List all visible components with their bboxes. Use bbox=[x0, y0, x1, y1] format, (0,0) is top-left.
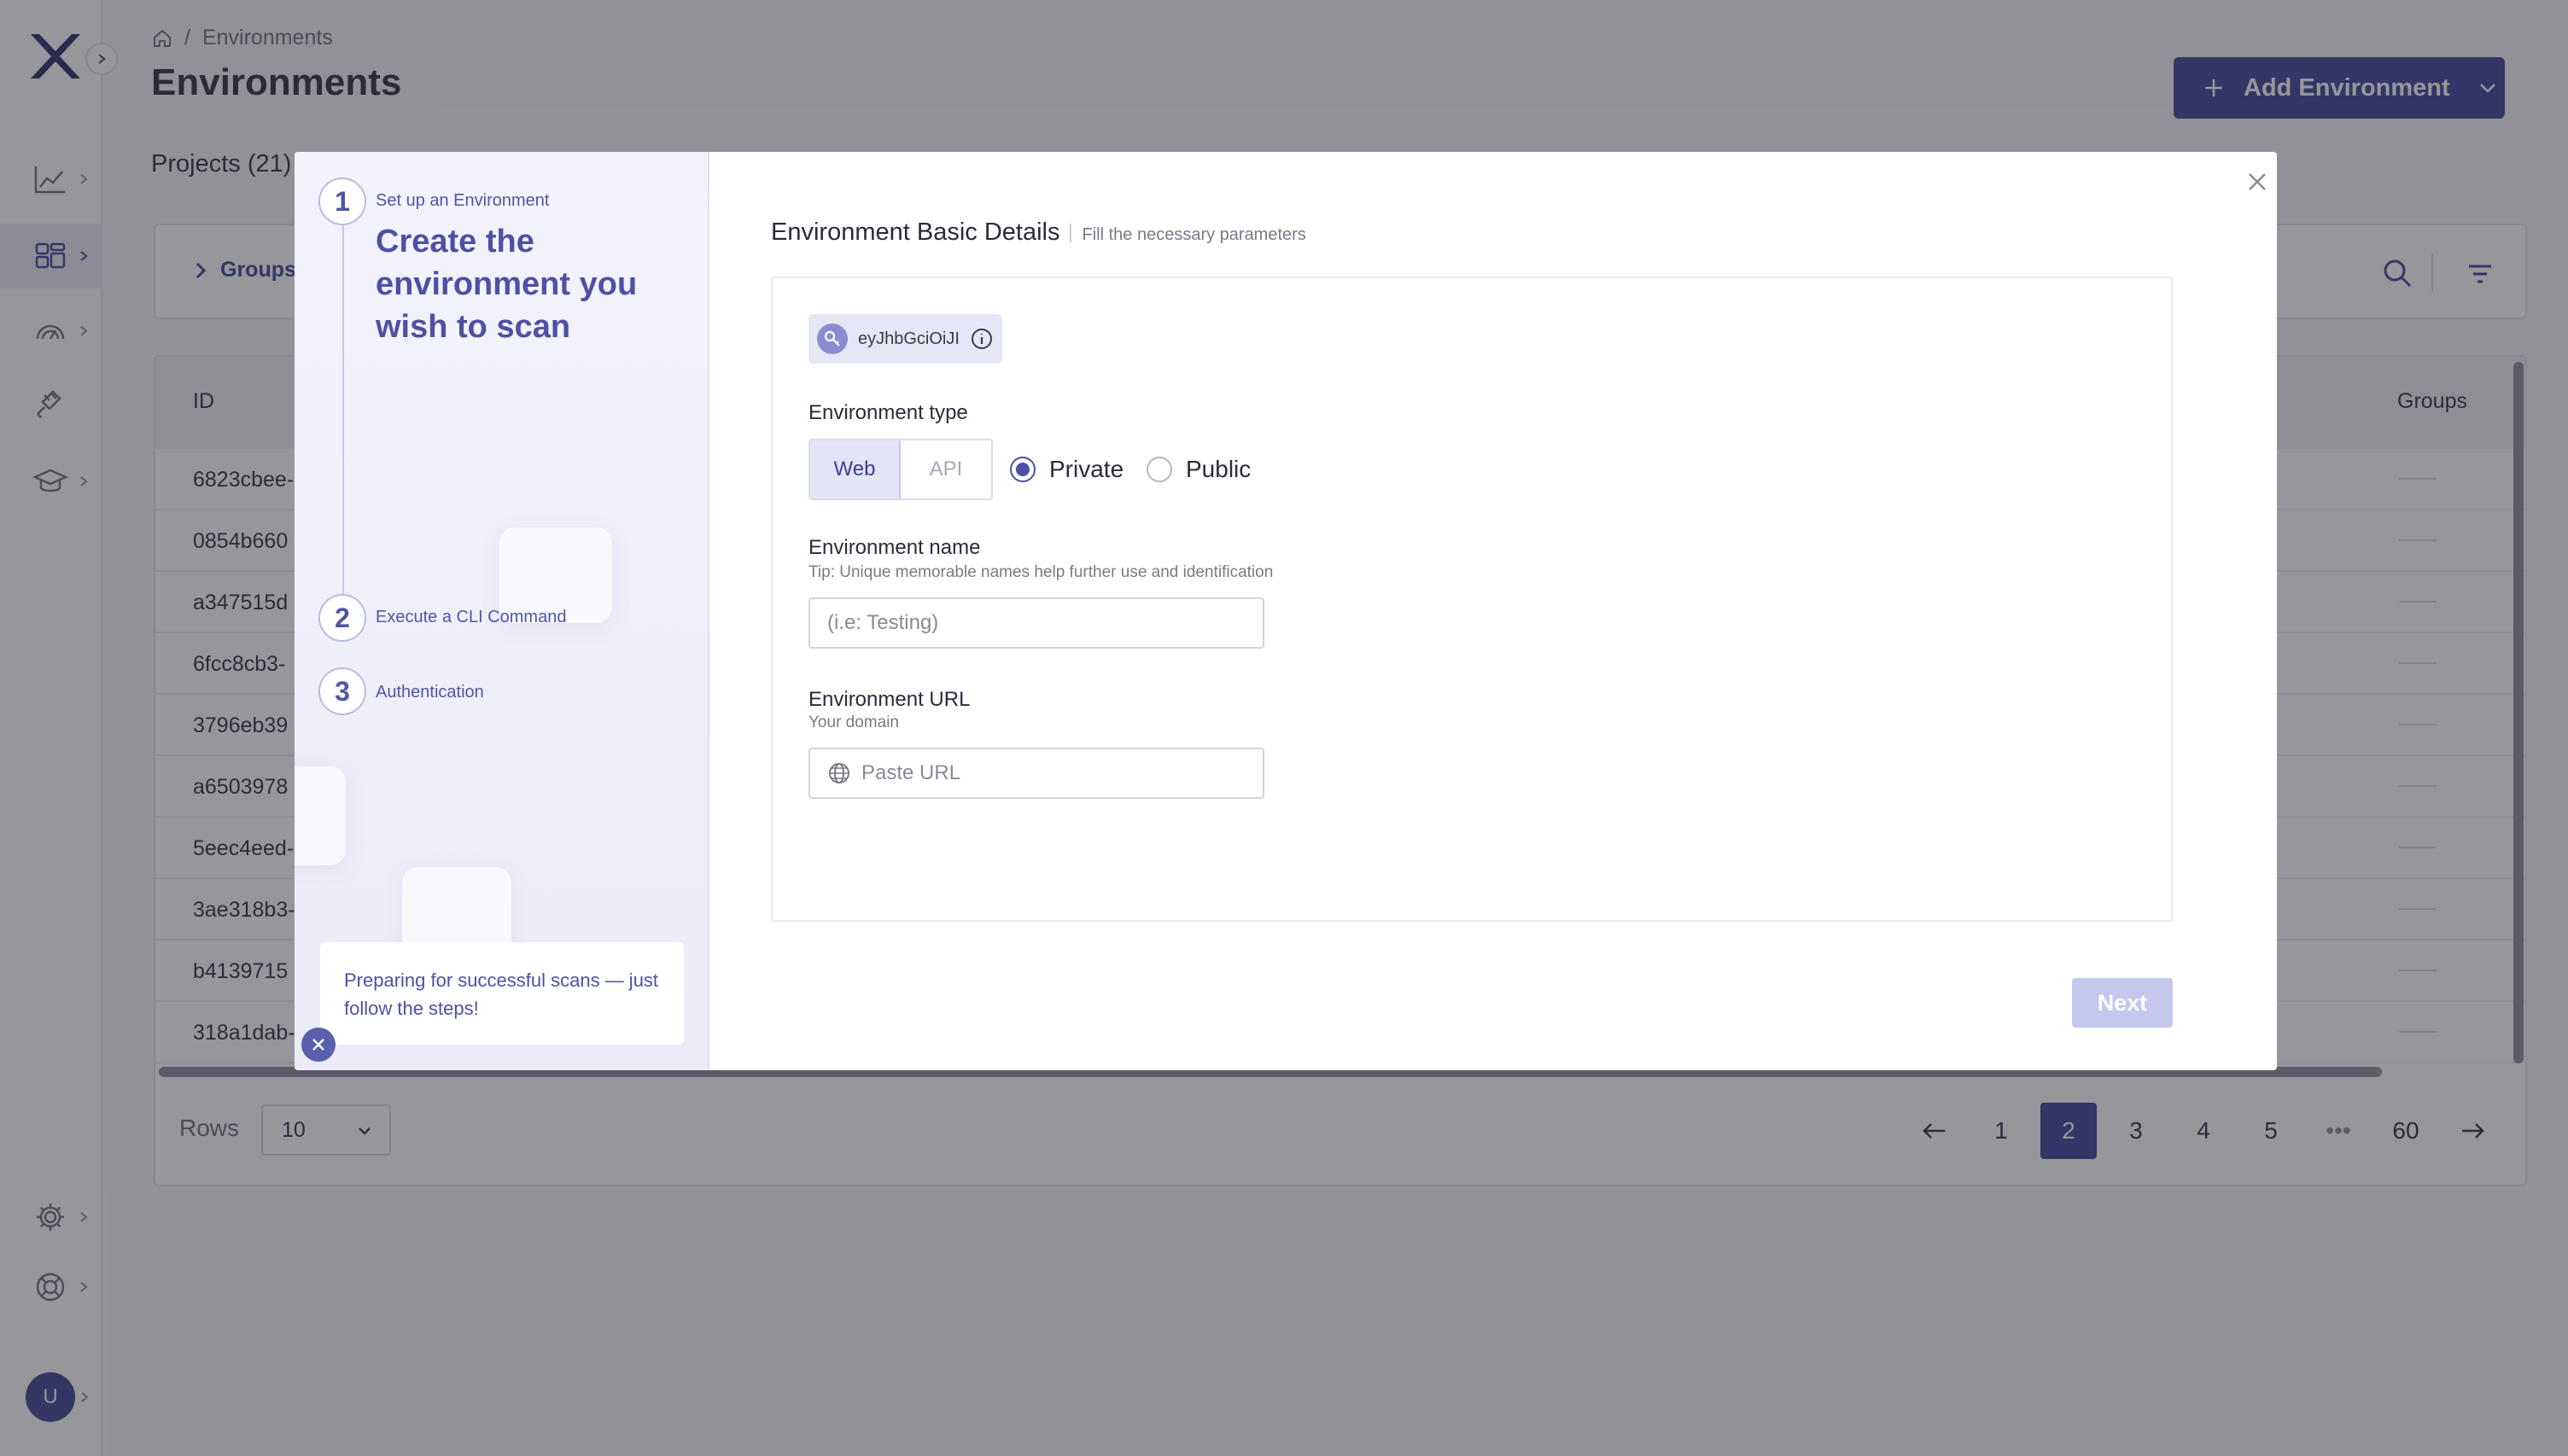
next-button[interactable]: Next bbox=[2072, 978, 2173, 1028]
environment-url-hint: Your domain bbox=[808, 713, 899, 731]
environment-name-label: Environment name bbox=[808, 536, 981, 559]
token-text: eyJhbGciOiJI bbox=[858, 329, 960, 348]
modal-close-button[interactable] bbox=[2244, 169, 2270, 195]
step-1-number: 1 bbox=[318, 178, 366, 225]
step-1-label: Set up an Environment bbox=[376, 191, 550, 210]
step-connector bbox=[342, 201, 344, 632]
key-icon bbox=[817, 323, 848, 354]
close-icon bbox=[312, 1039, 324, 1051]
type-option-api[interactable]: API bbox=[901, 440, 991, 498]
environment-type-toggle: Web API bbox=[808, 439, 993, 500]
info-icon[interactable] bbox=[970, 327, 994, 351]
environment-name-input[interactable] bbox=[827, 611, 1203, 635]
section-title: Environment Basic Details Fill the neces… bbox=[771, 218, 1306, 247]
form-panel: eyJhbGciOiJI Environment type Web API Pr… bbox=[771, 277, 2173, 922]
environment-name-hint: Tip: Unique memorable names help further… bbox=[808, 563, 1274, 581]
section-title-text: Environment Basic Details bbox=[771, 218, 1060, 246]
decorative-shape bbox=[295, 766, 346, 865]
section-subtitle: Fill the necessary parameters bbox=[1082, 225, 1306, 244]
visibility-radio-private[interactable]: Private bbox=[1010, 456, 1124, 483]
environment-name-field[interactable] bbox=[808, 597, 1264, 649]
globe-icon bbox=[829, 763, 849, 783]
radio-private-label: Private bbox=[1049, 456, 1124, 482]
tip-box: Preparing for successful scans — just fo… bbox=[320, 942, 684, 1045]
type-option-web[interactable]: Web bbox=[810, 440, 901, 498]
token-chip[interactable]: eyJhbGciOiJI bbox=[808, 314, 1002, 364]
radio-unchecked-icon bbox=[1147, 457, 1172, 482]
environment-url-field[interactable] bbox=[808, 748, 1264, 799]
add-environment-modal: 1 Set up an Environment Create the envir… bbox=[295, 152, 2277, 1070]
step-2-label: Execute a CLI Command bbox=[376, 608, 567, 626]
step-1-heading: Create the environment you wish to scan bbox=[376, 224, 638, 345]
environment-url-input[interactable] bbox=[861, 761, 1237, 785]
environment-type-label: Environment type bbox=[808, 401, 968, 424]
step-3-number: 3 bbox=[318, 667, 366, 715]
step-3-label: Authentication bbox=[376, 683, 484, 702]
environment-url-label: Environment URL bbox=[808, 688, 971, 711]
radio-public-label: Public bbox=[1186, 456, 1252, 482]
radio-checked-icon bbox=[1010, 457, 1036, 482]
tip-close-button[interactable] bbox=[301, 1028, 336, 1062]
wizard-steps-panel: 1 Set up an Environment Create the envir… bbox=[295, 152, 709, 1070]
step-2-number: 2 bbox=[318, 594, 366, 642]
visibility-radio-public[interactable]: Public bbox=[1147, 456, 1251, 483]
divider bbox=[1070, 223, 1072, 242]
